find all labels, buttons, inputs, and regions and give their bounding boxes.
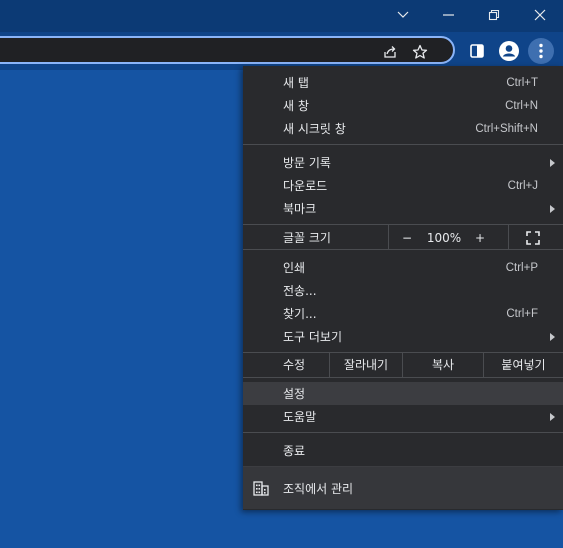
- restore-icon: [488, 9, 500, 21]
- paste-button[interactable]: 붙여넣기: [484, 353, 563, 376]
- menu-item-label: 도움말: [283, 410, 317, 424]
- close-icon: [534, 9, 546, 21]
- side-panel-icon[interactable]: [464, 38, 490, 64]
- zoom-divider: [508, 225, 509, 249]
- menu-item-label: 찾기...: [283, 307, 317, 321]
- zoom-in-button[interactable]: +: [467, 226, 493, 249]
- fullscreen-icon: [526, 230, 540, 245]
- copy-label: 복사: [431, 358, 455, 372]
- title-bar: [0, 0, 563, 32]
- menu-item-shortcut: Ctrl+P: [505, 261, 538, 274]
- submenu-arrow-icon: [550, 159, 555, 167]
- bookmark-star-icon[interactable]: [410, 42, 430, 62]
- restore-button[interactable]: [471, 0, 517, 30]
- menu-divider: [243, 144, 563, 145]
- copy-button[interactable]: 복사: [403, 353, 483, 376]
- menu-item-label: 새 창: [283, 99, 309, 113]
- browser-toolbar: [0, 32, 563, 70]
- share-icon[interactable]: [380, 42, 400, 62]
- address-bar[interactable]: [0, 36, 455, 64]
- edit-label: 수정: [283, 358, 306, 372]
- minimize-icon: [443, 14, 454, 16]
- menu-divider: [243, 432, 563, 433]
- profile-icon: [499, 41, 519, 61]
- fullscreen-button[interactable]: [518, 226, 548, 249]
- menu-item-cast[interactable]: 전송...: [243, 279, 563, 302]
- menu-item-shortcut: Ctrl+N: [505, 99, 538, 112]
- menu-item-exit[interactable]: 종료: [243, 439, 563, 462]
- menu-item-more-tools[interactable]: 도구 더보기: [243, 325, 563, 348]
- paste-label: 붙여넣기: [501, 358, 546, 372]
- minimize-button[interactable]: [380, 0, 426, 30]
- zoom-value: 100%: [426, 230, 462, 245]
- menu-item-label: 설정: [283, 387, 306, 401]
- menu-item-label: 종료: [283, 444, 306, 458]
- menu-item-new-tab[interactable]: 새 탭 Ctrl+T: [243, 71, 563, 94]
- submenu-arrow-icon: [550, 205, 555, 213]
- menu-item-label: 새 시크릿 창: [283, 122, 346, 136]
- cut-label: 잘라내기: [343, 358, 389, 372]
- menu-item-label: 전송...: [283, 284, 317, 298]
- menu-item-new-incognito-window[interactable]: 새 시크릿 창 Ctrl+Shift+N: [243, 117, 563, 140]
- menu-item-shortcut: Ctrl+F: [506, 307, 538, 320]
- zoom-in-label: +: [474, 230, 486, 245]
- minimize-window-button[interactable]: [426, 0, 472, 30]
- submenu-arrow-icon: [550, 413, 555, 421]
- chevron-down-icon: [397, 11, 409, 18]
- menu-item-managed-by-organization[interactable]: 조직에서 관리: [243, 467, 563, 509]
- more-vertical-icon: [539, 43, 543, 59]
- zoom-divider: [388, 225, 389, 249]
- profile-avatar[interactable]: [496, 38, 522, 64]
- menu-item-bookmarks[interactable]: 북마크: [243, 197, 563, 220]
- close-button[interactable]: [517, 0, 563, 30]
- menu-item-label: 방문 기록: [283, 156, 331, 170]
- menu-item-new-window[interactable]: 새 창 Ctrl+N: [243, 94, 563, 117]
- menu-item-shortcut: Ctrl+Shift+N: [475, 122, 538, 135]
- menu-divider: [243, 249, 563, 250]
- menu-item-history[interactable]: 방문 기록: [243, 151, 563, 174]
- submenu-arrow-icon: [550, 333, 555, 341]
- chrome-main-menu: 새 탭 Ctrl+T 새 창 Ctrl+N 새 시크릿 창 Ctrl+Shift…: [243, 66, 563, 510]
- menu-item-shortcut: Ctrl+T: [506, 76, 538, 89]
- menu-item-settings[interactable]: 설정: [243, 382, 563, 405]
- menu-item-shortcut: Ctrl+J: [507, 179, 538, 192]
- zoom-out-button[interactable]: −: [393, 226, 421, 249]
- zoom-label: 글꼴 크기: [283, 231, 331, 245]
- menu-item-downloads[interactable]: 다운로드 Ctrl+J: [243, 174, 563, 197]
- menu-divider: [243, 377, 563, 378]
- zoom-level: 100%: [421, 226, 467, 249]
- menu-item-label: 북마크: [283, 202, 317, 216]
- menu-item-label: 조직에서 관리: [283, 481, 354, 496]
- zoom-out-label: −: [401, 230, 413, 245]
- menu-item-label: 다운로드: [283, 179, 328, 193]
- menu-divider: [243, 224, 563, 225]
- menu-item-label: 도구 더보기: [283, 330, 343, 344]
- menu-item-print[interactable]: 인쇄 Ctrl+P: [243, 256, 563, 279]
- menu-item-label: 인쇄: [283, 261, 306, 275]
- menu-item-help[interactable]: 도움말: [243, 405, 563, 428]
- cut-button[interactable]: 잘라내기: [330, 353, 402, 376]
- more-menu-button[interactable]: [528, 38, 554, 64]
- building-icon: [253, 480, 269, 499]
- menu-item-label: 새 탭: [283, 76, 309, 90]
- menu-item-find[interactable]: 찾기... Ctrl+F: [243, 302, 563, 325]
